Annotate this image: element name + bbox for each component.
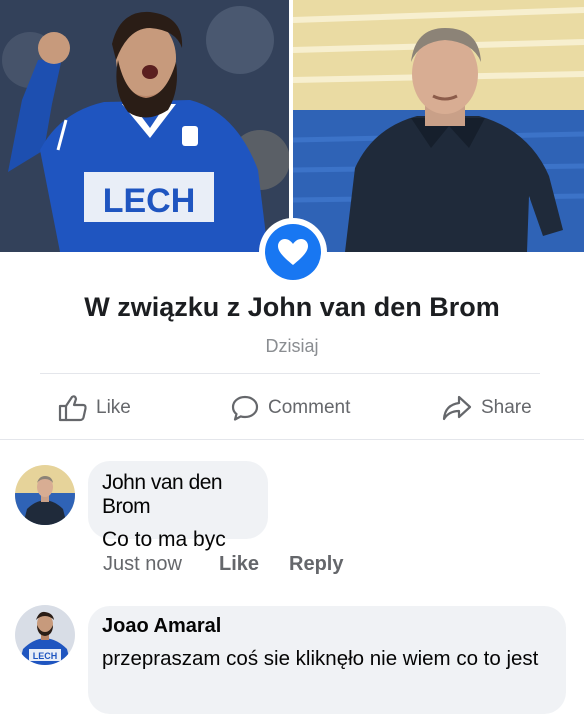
comment-reply-button[interactable]: Reply <box>289 553 343 576</box>
divider-top <box>40 373 540 374</box>
relationship-prefix: W związku z <box>84 292 241 322</box>
comment-author[interactable]: Joao Amaral <box>102 615 552 638</box>
coach-photo <box>293 0 584 252</box>
action-bar: Like Comment Share <box>0 384 584 432</box>
share-icon <box>442 395 472 421</box>
relationship-badge <box>259 218 327 286</box>
relationship-title: W związku z John van den Brom <box>0 292 584 323</box>
share-label: Share <box>481 397 532 418</box>
player-photo: LECH <box>0 0 289 252</box>
comment-text: przepraszam coś sie kliknęło nie wiem co… <box>102 647 539 670</box>
avatar[interactable]: LECH <box>15 605 75 665</box>
avatar-player-image: LECH <box>15 605 75 665</box>
heart-icon <box>278 239 308 265</box>
share-button[interactable]: Share <box>441 384 532 432</box>
avatar-coach-image <box>15 465 75 525</box>
divider-actions <box>0 439 584 440</box>
comment-bubble: Joao Amaral przepraszam coś sie kliknęło… <box>88 606 566 714</box>
avatar[interactable] <box>15 465 75 525</box>
player-illustration: LECH <box>0 0 289 252</box>
badge-circle <box>265 224 321 280</box>
comment-time: Just now <box>103 552 182 575</box>
avatar-jersey-text: LECH <box>33 651 58 661</box>
relationship-date: Dzisiaj <box>265 336 319 356</box>
comment-button[interactable]: Comment <box>230 384 350 432</box>
comment-author[interactable]: John van den Brom <box>102 471 254 519</box>
comment-label: Comment <box>268 397 351 418</box>
thumbs-up-icon <box>58 395 87 422</box>
header-photos: LECH <box>0 0 584 252</box>
like-label: Like <box>96 397 131 418</box>
comment-bubble: John van den Brom Co to ma byc <box>88 461 268 551</box>
coach-illustration <box>293 0 584 252</box>
comment-like-button[interactable]: Like <box>219 553 259 576</box>
relationship-partner-name[interactable]: John van den Brom <box>248 292 500 322</box>
jersey-text: LECH <box>103 182 196 220</box>
comment-icon <box>231 395 259 421</box>
like-button[interactable]: Like <box>58 384 131 432</box>
comment-text: Co to ma byc <box>102 528 226 551</box>
